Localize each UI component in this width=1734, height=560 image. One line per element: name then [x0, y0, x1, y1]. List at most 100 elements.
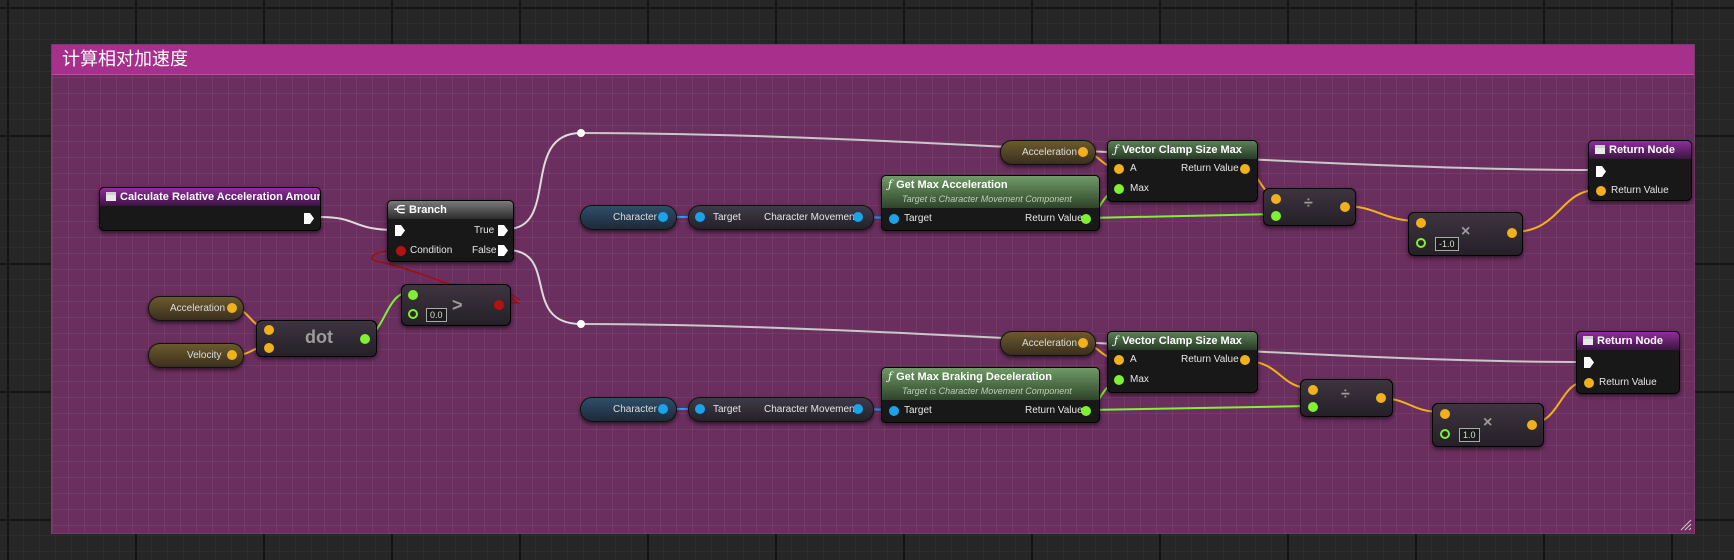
compare-a-pin[interactable]: [408, 290, 418, 300]
float-wire: [1086, 213, 1279, 219]
clamp-return-pin-top[interactable]: [1240, 164, 1250, 174]
get-max-braking-title: ƒ Get Max Braking Deceleration Target is …: [882, 368, 1099, 400]
get-max-braking-deceleration-node[interactable]: ƒ Get Max Braking Deceleration Target is …: [881, 367, 1100, 423]
divide-node-top[interactable]: ÷: [1263, 188, 1356, 226]
multiply-out-pin-top[interactable]: [1507, 228, 1517, 238]
greater-than-node[interactable]: 0.0 >: [401, 284, 511, 326]
exec-out-pin[interactable]: [304, 213, 314, 224]
char-movement-getter-bottom[interactable]: Target Character Movement: [688, 397, 874, 422]
vector-clamp-node-bottom[interactable]: ƒ Vector Clamp Size Max A Max Return Valu…: [1107, 331, 1258, 393]
compare-b-value[interactable]: 0.0: [426, 308, 447, 322]
acceleration-out-pin[interactable]: [227, 303, 237, 313]
multiply-a-pin-bottom[interactable]: [1440, 409, 1450, 419]
char-movement-out-pin-top[interactable]: [853, 212, 863, 222]
dot-label: dot: [305, 327, 333, 347]
function-entry-title: Calculate Relative Acceleration Amount: [100, 188, 320, 206]
dot-a-pin[interactable]: [264, 325, 274, 335]
clamp-max-pin-top[interactable]: [1114, 184, 1124, 194]
clamp-return-pin-bottom[interactable]: [1240, 355, 1250, 365]
function-icon: [1583, 336, 1593, 345]
acceleration-variable-top[interactable]: Acceleration: [1000, 140, 1096, 165]
char-movement-getter-top[interactable]: Target Character Movement: [688, 205, 874, 230]
branch-node[interactable]: ⋲ Branch Condition True False: [387, 200, 514, 262]
exec-wire: [506, 249, 582, 325]
divide-node-bottom[interactable]: ÷: [1300, 379, 1393, 417]
getter-return-pin-bottom[interactable]: [1081, 406, 1091, 416]
divide-a-pin-bottom[interactable]: [1308, 385, 1318, 395]
multiply-b-value-top[interactable]: -1.0: [1435, 237, 1459, 251]
compare-out-pin[interactable]: [494, 300, 504, 310]
dot-out-pin[interactable]: [360, 334, 370, 344]
divide-out-pin-bottom[interactable]: [1376, 393, 1386, 403]
getter-return-pin-top[interactable]: [1081, 214, 1091, 224]
branch-condition-label: Condition: [410, 245, 453, 256]
char-movement-out-pin-bottom[interactable]: [853, 404, 863, 414]
return-exec-in-pin-top[interactable]: [1596, 166, 1606, 177]
multiply-b-value-bottom[interactable]: 1.0: [1459, 428, 1480, 442]
char-movement-target-pin-bottom[interactable]: [695, 404, 705, 414]
dot-b-pin[interactable]: [264, 343, 274, 353]
character-variable-bottom[interactable]: Character: [580, 397, 677, 422]
return-node-title-top: Return Node: [1589, 141, 1691, 159]
dot-product-node[interactable]: dot: [256, 320, 377, 357]
branch-title: ⋲ Branch: [388, 201, 513, 219]
velocity-out-pin[interactable]: [227, 350, 237, 360]
vector-wire: [1512, 189, 1598, 233]
branch-true-pin[interactable]: [498, 225, 508, 236]
divide-out-pin-top[interactable]: [1340, 202, 1350, 212]
clamp-max-pin-bottom[interactable]: [1114, 375, 1124, 385]
acceleration-out-pin-top[interactable]: [1078, 147, 1088, 157]
return-exec-in-pin-bottom[interactable]: [1584, 357, 1594, 368]
clamp-a-pin-top[interactable]: [1114, 164, 1124, 174]
getter-subtitle: Target is Character Movement Component: [902, 386, 1072, 396]
function-icon: [106, 192, 116, 201]
char-movement-target-pin-top[interactable]: [695, 212, 705, 222]
multiply-node-top[interactable]: -1.0 ×: [1408, 212, 1523, 256]
branch-condition-pin[interactable]: [396, 246, 406, 256]
branch-false-pin[interactable]: [498, 245, 508, 256]
compare-b-pin[interactable]: [408, 309, 418, 319]
branch-exec-in-pin[interactable]: [395, 225, 405, 236]
return-value-pin-bottom[interactable]: [1584, 378, 1594, 388]
reroute-knot: [577, 129, 585, 137]
wire-layer: [231, 129, 1598, 425]
getter-target-pin-top[interactable]: [889, 214, 899, 224]
function-entry-node[interactable]: Calculate Relative Acceleration Amount: [99, 187, 321, 231]
character-out-pin-bottom[interactable]: [658, 404, 668, 414]
multiply-out-pin-bottom[interactable]: [1527, 420, 1537, 430]
divide-a-pin-top[interactable]: [1271, 194, 1281, 204]
acceleration-variable-bottom[interactable]: Acceleration: [1000, 331, 1096, 356]
multiply-node-bottom[interactable]: 1.0 ×: [1432, 403, 1544, 447]
multiply-b-pin-top[interactable]: [1416, 238, 1426, 248]
getter-target-pin-bottom[interactable]: [889, 406, 899, 416]
vector-clamp-node-top[interactable]: ƒ Vector Clamp Size Max A Max Return Valu…: [1107, 140, 1258, 202]
character-out-pin-top[interactable]: [658, 212, 668, 222]
acceleration-variable[interactable]: Acceleration: [148, 296, 244, 321]
compare-op: >: [452, 295, 463, 315]
divide-b-pin-top[interactable]: [1271, 211, 1281, 221]
branch-true-label: True: [474, 225, 495, 236]
multiply-b-pin-bottom[interactable]: [1440, 429, 1450, 439]
branch-false-label: False: [472, 245, 497, 256]
return-node-bottom[interactable]: Return Node Return Value: [1576, 331, 1680, 394]
return-value-pin-top[interactable]: [1596, 186, 1606, 196]
function-icon: [1595, 145, 1605, 154]
divide-b-pin-bottom[interactable]: [1308, 402, 1318, 412]
vector-clamp-title-bottom: ƒ Vector Clamp Size Max: [1108, 332, 1257, 350]
function-icon: ƒ: [888, 370, 893, 383]
multiply-a-pin-top[interactable]: [1416, 218, 1426, 228]
get-max-acceleration-title: ƒ Get Max Acceleration Target is Characte…: [882, 176, 1099, 208]
function-icon: ƒ: [1114, 143, 1119, 156]
velocity-variable[interactable]: Velocity: [148, 343, 244, 368]
clamp-a-pin-bottom[interactable]: [1114, 355, 1124, 365]
getter-subtitle: Target is Character Movement Component: [902, 194, 1072, 204]
acceleration-out-pin-bottom[interactable]: [1078, 338, 1088, 348]
divide-op-bottom: ÷: [1341, 386, 1350, 403]
multiply-op-top: ×: [1461, 223, 1471, 240]
reroute-knot: [577, 320, 585, 328]
return-node-top[interactable]: Return Node Return Value: [1588, 140, 1692, 201]
float-wire: [1086, 405, 1311, 411]
divide-op-top: ÷: [1304, 195, 1313, 212]
get-max-acceleration-node[interactable]: ƒ Get Max Acceleration Target is Characte…: [881, 175, 1100, 231]
character-variable-top[interactable]: Character: [580, 205, 677, 230]
